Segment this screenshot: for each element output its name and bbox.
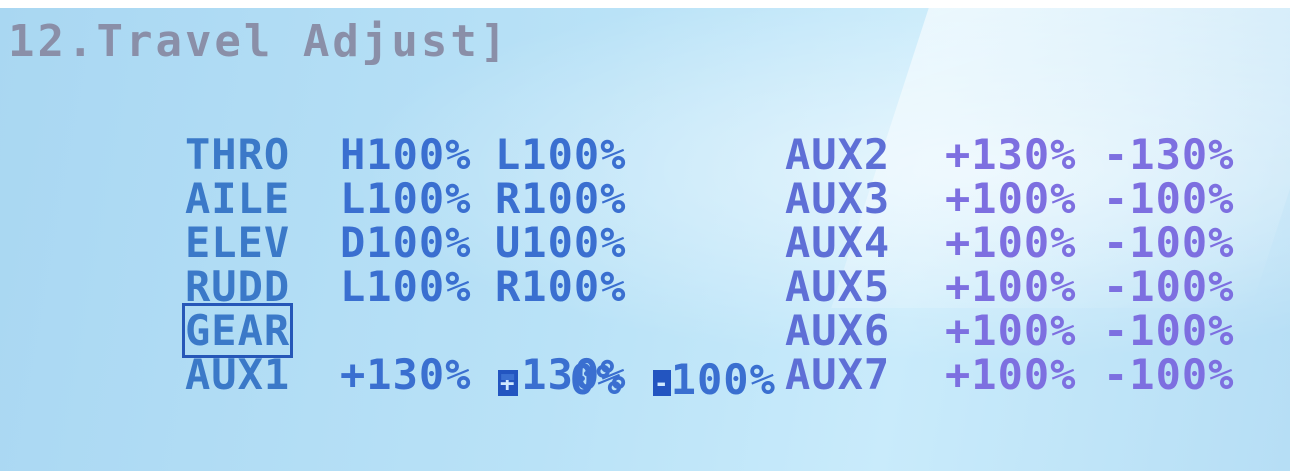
channel-name: AILE	[185, 174, 291, 223]
travel-high-value[interactable]: L100%	[495, 130, 626, 179]
channel-row-aux6[interactable]: AUX6 +100% -100%	[785, 306, 1255, 355]
channel-name: AUX2	[785, 130, 891, 179]
travel-low-value[interactable]: +100%	[945, 262, 1076, 311]
channel-name: AUX3	[785, 174, 891, 223]
channel-row-aux5[interactable]: AUX5 +100% -100%	[785, 262, 1255, 311]
travel-high-value[interactable]: -130%	[495, 350, 626, 399]
travel-high-value[interactable]: U100%	[495, 218, 626, 267]
minus-sign-icon: -	[652, 368, 671, 397]
channel-name: THRO	[185, 130, 291, 179]
travel-low-value[interactable]: +100%	[945, 306, 1076, 355]
channel-row-aux7[interactable]: AUX7 +100% -100%	[785, 350, 1255, 399]
travel-high-value: 100%	[670, 355, 776, 404]
travel-low-value[interactable]: +100%	[945, 218, 1076, 267]
travel-high-value[interactable]: -100%	[1103, 350, 1234, 399]
channel-name: AUX5	[785, 262, 891, 311]
channel-name: ELEV	[185, 218, 291, 267]
channel-row-aux4[interactable]: AUX4 +100% -100%	[785, 218, 1255, 267]
travel-high-value[interactable]: -100%	[1103, 306, 1234, 355]
channel-row-elev[interactable]: ELEV D100% U100%	[185, 218, 645, 267]
channel-name: AUX1	[185, 350, 291, 399]
channel-name: AUX4	[785, 218, 891, 267]
channel-name: AUX6	[785, 306, 891, 355]
lcd-screen: 12.Travel Adjust] THRO H100% L100% AILE …	[0, 8, 1290, 471]
travel-high-value[interactable]: R100%	[495, 174, 626, 223]
channel-name-selected[interactable]: GEAR	[181, 303, 294, 358]
travel-low-value[interactable]: +100%	[945, 174, 1076, 223]
travel-low-value[interactable]: +100%	[945, 350, 1076, 399]
channel-row-aux1[interactable]: AUX1 +130% -130%	[185, 350, 645, 399]
channel-row-rudd[interactable]: RUDD L100% R100%	[185, 262, 645, 311]
travel-low-value[interactable]: L100%	[340, 262, 471, 311]
travel-low-value[interactable]: H100%	[340, 130, 471, 179]
travel-low-value[interactable]: L100%	[340, 174, 471, 223]
channel-row-aux3[interactable]: AUX3 +100% -100%	[785, 174, 1255, 223]
travel-low-value[interactable]: +130%	[945, 130, 1076, 179]
channel-row-gear[interactable]: GEAR +0% -100%	[181, 303, 775, 404]
travel-low-value[interactable]: +130%	[340, 350, 471, 399]
channel-row-aux2[interactable]: AUX2 +130% -130%	[785, 130, 1255, 179]
channel-row-aile[interactable]: AILE L100% R100%	[185, 174, 645, 223]
channel-row-thro[interactable]: THRO H100% L100%	[185, 130, 645, 179]
travel-high-value[interactable]: R100%	[495, 262, 626, 311]
channel-name: RUDD	[185, 262, 291, 311]
travel-low-value[interactable]: D100%	[340, 218, 471, 267]
page-title: 12.Travel Adjust]	[8, 16, 510, 67]
travel-high-value[interactable]: -130%	[1103, 130, 1234, 179]
travel-high-value[interactable]: -100%	[1103, 218, 1234, 267]
travel-high-value[interactable]: -100%	[1103, 174, 1234, 223]
channel-name: AUX7	[785, 350, 891, 399]
travel-high-value[interactable]: -100%	[1103, 262, 1234, 311]
